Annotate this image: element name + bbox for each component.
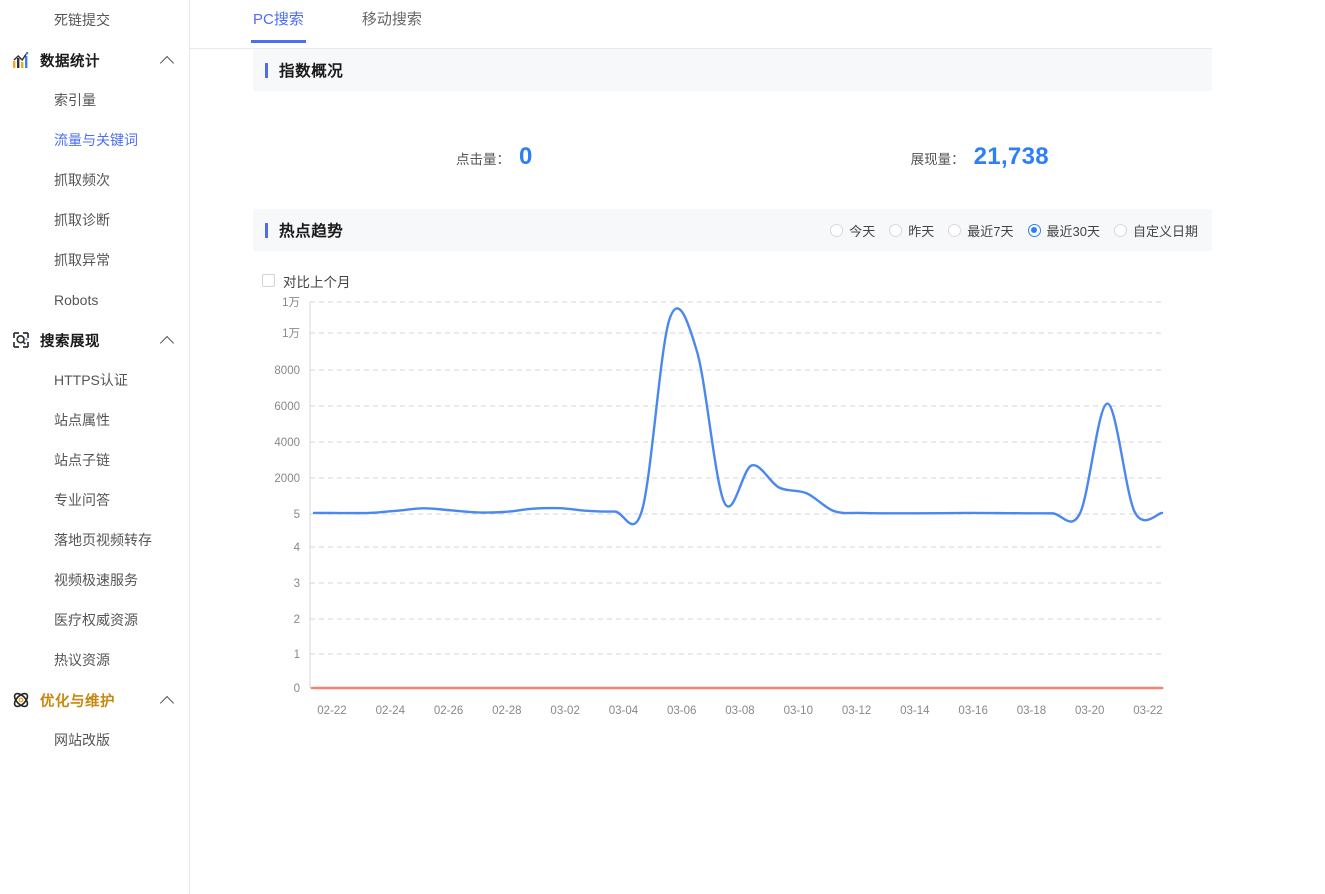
search-type-tabs: PC搜索 移动搜索	[190, 0, 1212, 49]
radio-label: 最近7天	[967, 223, 1014, 239]
chevron-up-icon[interactable]	[161, 693, 175, 707]
sidebar-item-traffic-keywords[interactable]: 流量与关键词	[0, 120, 189, 160]
svg-text:02-24: 02-24	[376, 705, 406, 717]
radio-last-30-days[interactable]: 最近30天	[1027, 221, 1100, 240]
sidebar-item-hot-resources[interactable]: 热议资源	[0, 640, 189, 680]
svg-text:02-28: 02-28	[492, 705, 521, 717]
radio-dot-icon	[1113, 223, 1127, 237]
radio-dot-icon	[830, 223, 844, 237]
radio-label: 自定义日期	[1132, 223, 1198, 239]
stat-clicks-value: 0	[519, 143, 533, 170]
svg-text:5: 5	[294, 509, 300, 521]
svg-text:1万: 1万	[282, 328, 300, 340]
radio-dot-icon	[1027, 223, 1041, 237]
chevron-up-icon[interactable]	[161, 53, 175, 67]
sidebar-item-video-fast[interactable]: 视频极速服务	[0, 560, 189, 600]
svg-text:03-04: 03-04	[609, 705, 639, 717]
sidebar-item-landing-video[interactable]: 落地页视频转存	[0, 520, 189, 560]
svg-text:4: 4	[294, 542, 301, 554]
radio-custom-date[interactable]: 自定义日期	[1113, 221, 1198, 240]
svg-text:03-16: 03-16	[958, 705, 987, 717]
date-range-radio-group: 今天 昨天 最近7天 最近30天 自定义日期	[816, 221, 1212, 240]
sidebar-group-optimization[interactable]: 优化与维护	[0, 680, 189, 720]
main-content: PC搜索 移动搜索 指数概况 点击量： 0 展现量： 21,738 热点趋势 今…	[190, 0, 1325, 894]
svg-text:03-14: 03-14	[900, 705, 930, 717]
page-root: 死链提交 数据统计 索引量 流量与关键词 抓取频次 抓取诊断 抓取异常 Robo…	[0, 0, 1325, 894]
sidebar-item-crawl-errors[interactable]: 抓取异常	[0, 240, 189, 280]
svg-text:6000: 6000	[274, 401, 300, 413]
radio-label: 昨天	[908, 223, 935, 239]
svg-text:03-18: 03-18	[1017, 705, 1046, 717]
sidebar-item-robots[interactable]: Robots	[0, 280, 189, 320]
trend-line-chart: 1万 1万 8000 6000 4000 2000 5 4 3 2 1 0 02-22 02-24 02-2…	[274, 297, 1164, 717]
optimize-atom-icon	[10, 689, 32, 711]
svg-text:02-22: 02-22	[317, 705, 346, 717]
tab-mobile-search[interactable]: 移动搜索	[362, 0, 422, 42]
compare-last-month-checkbox[interactable]: 对比上个月	[253, 251, 1212, 290]
sidebar-item-index-volume[interactable]: 索引量	[0, 80, 189, 120]
chevron-up-icon[interactable]	[161, 333, 175, 347]
svg-text:03-06: 03-06	[667, 705, 696, 717]
radio-label: 最近30天	[1046, 223, 1100, 239]
svg-text:3: 3	[294, 578, 300, 590]
stat-clicks: 点击量： 0	[456, 143, 533, 209]
radio-yesterday[interactable]: 昨天	[889, 221, 934, 240]
svg-text:03-10: 03-10	[784, 705, 813, 717]
sidebar-group-label: 优化与维护	[40, 693, 115, 710]
svg-text:4000: 4000	[274, 437, 300, 449]
sidebar-item-crawl-diagnosis[interactable]: 抓取诊断	[0, 200, 189, 240]
section-accent-bar	[265, 62, 268, 78]
tab-pc-search[interactable]: PC搜索	[251, 0, 306, 43]
svg-text:2: 2	[294, 614, 300, 626]
hot-trend-title: 热点趋势	[279, 223, 344, 240]
checkbox-icon	[262, 274, 275, 287]
svg-text:1万: 1万	[282, 297, 300, 309]
svg-text:03-12: 03-12	[842, 705, 871, 717]
sidebar-item-professional-qa[interactable]: 专业问答	[0, 480, 189, 520]
svg-text:02-26: 02-26	[434, 705, 463, 717]
radio-dot-icon	[889, 223, 903, 237]
sidebar-item-medical-authority[interactable]: 医疗权威资源	[0, 600, 189, 640]
sidebar-item-crawl-frequency[interactable]: 抓取频次	[0, 160, 189, 200]
compare-last-month-label: 对比上个月	[283, 274, 351, 290]
stat-impressions-value: 21,738	[973, 143, 1049, 170]
sidebar-item-site-sublinks[interactable]: 站点子链	[0, 440, 189, 480]
svg-text:03-20: 03-20	[1075, 705, 1104, 717]
svg-text:1: 1	[294, 649, 300, 661]
svg-text:2000: 2000	[274, 473, 300, 485]
hot-trend-header: 热点趋势 今天 昨天 最近7天 最近30天 自定义日期	[253, 209, 1212, 251]
sidebar-group-label: 搜索展现	[40, 333, 100, 350]
sidebar: 死链提交 数据统计 索引量 流量与关键词 抓取频次 抓取诊断 抓取异常 Robo…	[0, 0, 190, 894]
stat-impressions: 展现量： 21,738	[911, 143, 1049, 209]
section-accent-bar	[265, 222, 268, 238]
radio-label: 今天	[849, 223, 876, 239]
sidebar-group-label: 数据统计	[40, 53, 100, 70]
svg-text:8000: 8000	[274, 365, 300, 377]
stat-impressions-label: 展现量：	[910, 152, 965, 167]
sidebar-item-dead-link-submit[interactable]: 死链提交	[0, 0, 189, 40]
svg-text:03-22: 03-22	[1133, 705, 1162, 717]
sidebar-group-statistics[interactable]: 数据统计	[0, 40, 189, 80]
svg-text:03-02: 03-02	[550, 705, 579, 717]
content-panel: 指数概况 点击量： 0 展现量： 21,738 热点趋势 今天 昨天 最近7天 …	[253, 49, 1212, 730]
statistics-chart-icon	[10, 49, 32, 71]
radio-today[interactable]: 今天	[830, 221, 875, 240]
svg-text:03-08: 03-08	[725, 705, 754, 717]
radio-last-7-days[interactable]: 最近7天	[948, 221, 1014, 240]
sidebar-item-https-cert[interactable]: HTTPS认证	[0, 360, 189, 400]
radio-dot-icon	[948, 223, 962, 237]
search-display-icon	[10, 329, 32, 351]
index-overview-header: 指数概况	[253, 49, 1212, 91]
sidebar-group-search-display[interactable]: 搜索展现	[0, 320, 189, 360]
sidebar-item-site-revision[interactable]: 网站改版	[0, 720, 189, 760]
stat-clicks-label: 点击量：	[456, 152, 510, 167]
svg-text:0: 0	[294, 683, 300, 695]
index-overview-stats: 点击量： 0 展现量： 21,738	[253, 91, 1212, 209]
hot-trend-chart: 1万 1万 8000 6000 4000 2000 5 4 3 2 1 0 02-22 02-24 02-2…	[262, 290, 1212, 730]
index-overview-title: 指数概况	[279, 63, 344, 80]
sidebar-item-site-attributes[interactable]: 站点属性	[0, 400, 189, 440]
